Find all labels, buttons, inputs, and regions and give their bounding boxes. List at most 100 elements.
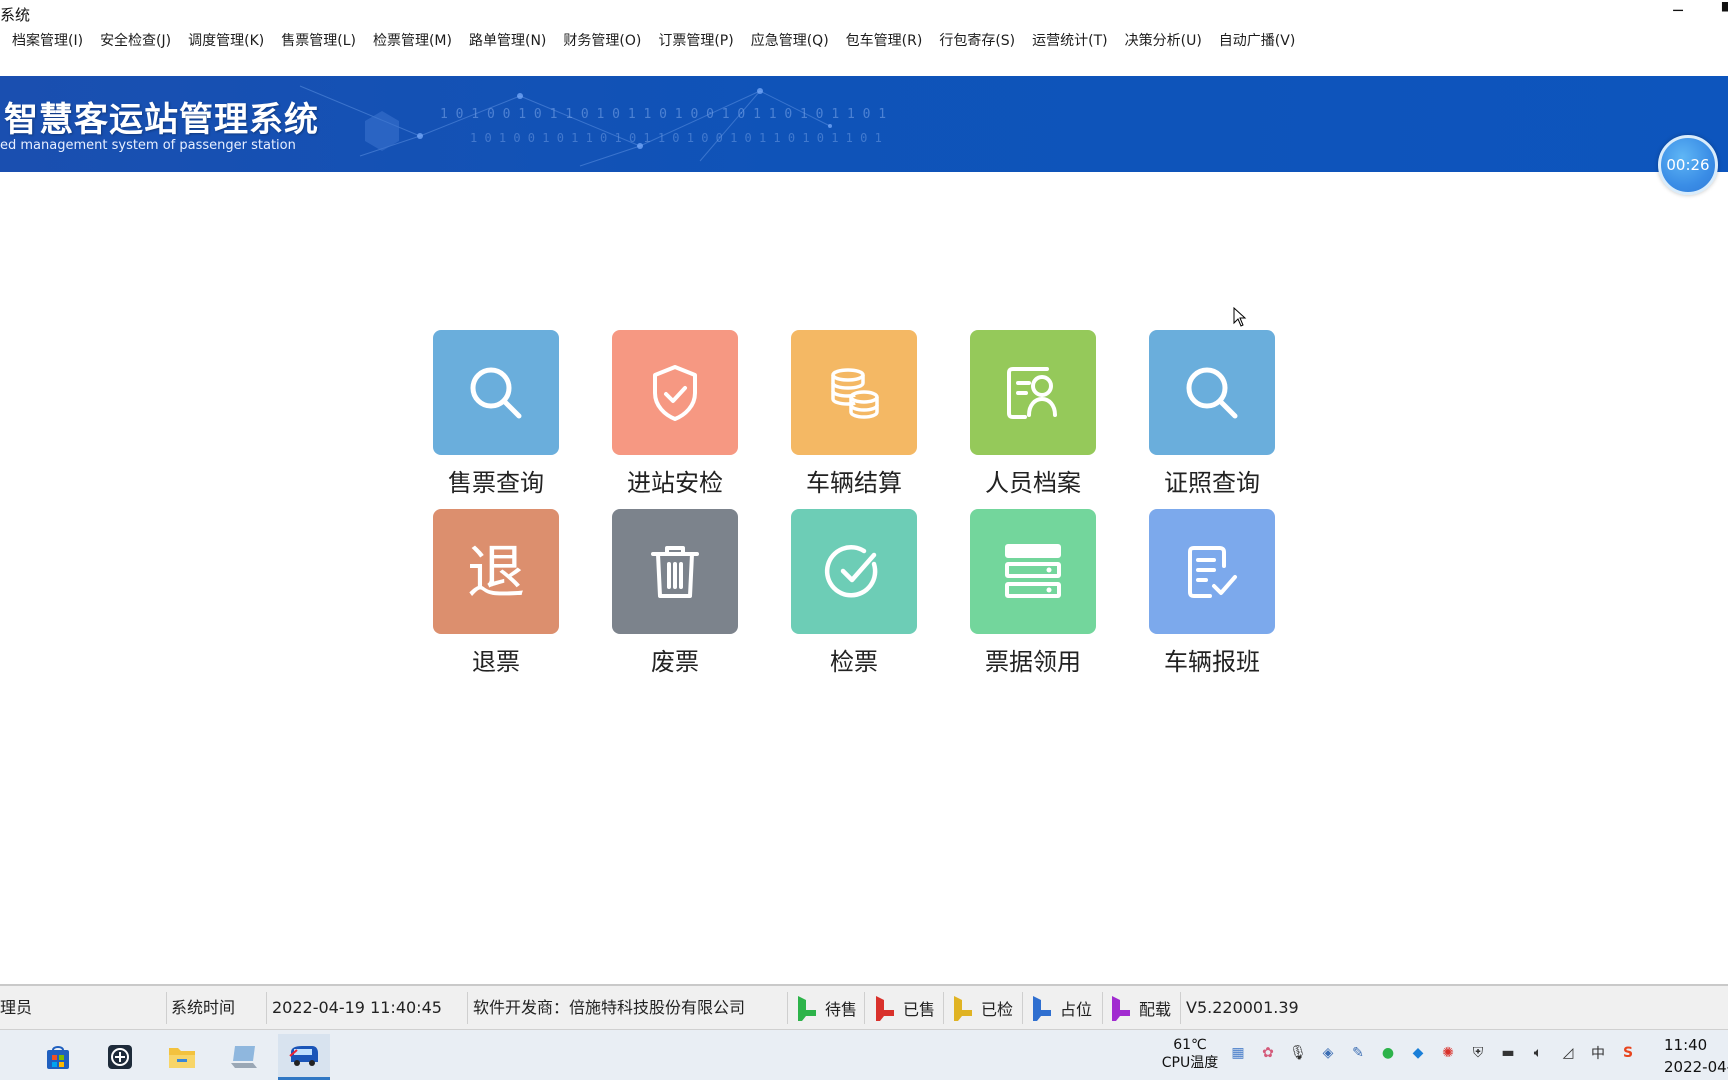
tile-void-ticket[interactable]: 废票 xyxy=(612,509,738,681)
clock-time: 11:40 xyxy=(1664,1036,1708,1054)
menu-item-security-check[interactable]: 安全检查(J) xyxy=(94,28,177,52)
search-icon xyxy=(1186,367,1238,418)
legend-sold: 已售 xyxy=(872,986,935,1029)
minimize-button[interactable]: ─ xyxy=(1660,0,1696,26)
menu-item-ticketing[interactable]: 售票管理(L) xyxy=(275,28,362,52)
tile-ticket-query[interactable]: 售票查询 xyxy=(433,330,559,502)
app-plus-icon xyxy=(108,1045,132,1069)
wechat-icon[interactable]: ● xyxy=(1378,1043,1398,1063)
taskbar-app-2[interactable] xyxy=(94,1034,146,1080)
cpu-temp-value: 61℃ xyxy=(1173,1037,1207,1053)
coins-icon xyxy=(831,367,879,419)
doc-check-icon xyxy=(1188,545,1237,598)
status-divider xyxy=(1102,992,1103,1024)
sogou-ime-icon[interactable]: S xyxy=(1618,1043,1638,1063)
status-divider xyxy=(1022,992,1023,1024)
menu-item-decision[interactable]: 决策分析(U) xyxy=(1119,28,1208,52)
taskbar-file-explorer[interactable] xyxy=(156,1034,208,1080)
seat-icon xyxy=(798,995,816,1021)
ime-indicator[interactable]: 中 xyxy=(1588,1043,1608,1063)
tile-label: 废票 xyxy=(651,648,699,676)
menu-item-luggage[interactable]: 行包寄存(S) xyxy=(933,28,1021,52)
menu-item-booking[interactable]: 订票管理(P) xyxy=(652,28,739,52)
menu-item-waybill[interactable]: 路单管理(N) xyxy=(463,28,552,52)
search-icon xyxy=(470,367,522,418)
volume-icon[interactable]: 🔈︎ xyxy=(1528,1043,1548,1063)
tile-ticket-check-box[interactable] xyxy=(791,509,917,634)
wifi-shield-icon[interactable]: ◈ xyxy=(1318,1043,1338,1063)
menu-item-statistics[interactable]: 运营统计(T) xyxy=(1026,28,1113,52)
taskbar: 61℃ CPU温度 ▦ ✿ 🎙︎ ◈ ✎ ● ◆ ✺ ⛨ ▬ 🔈︎ ◿ 中 S … xyxy=(0,1030,1728,1080)
tile-label: 退票 xyxy=(472,648,520,676)
tile-personnel-archive[interactable]: 人员档案 xyxy=(970,330,1096,502)
tile-refund[interactable]: 退 退票 xyxy=(433,509,559,681)
computer-icon xyxy=(231,1046,257,1068)
tile-receipt-claim[interactable]: 票据领用 xyxy=(970,509,1096,681)
bluetooth-icon[interactable]: ◆ xyxy=(1408,1043,1428,1063)
seat-icon xyxy=(1033,995,1051,1021)
menu-item-dispatch[interactable]: 调度管理(K) xyxy=(182,28,270,52)
network-icon[interactable]: ◿ xyxy=(1558,1043,1578,1063)
taskbar-store-app[interactable] xyxy=(32,1034,84,1080)
menu-item-ticket-check[interactable]: 检票管理(M) xyxy=(367,28,458,52)
legend-label: 已售 xyxy=(903,999,936,1019)
legend-available: 待售 xyxy=(794,986,857,1029)
menu-item-archive[interactable]: 档案管理(I) xyxy=(6,28,89,52)
system-title: 智慧客运站管理系统 xyxy=(4,100,319,140)
tile-security-check-box[interactable] xyxy=(612,330,738,455)
maximize-button[interactable]: ▘ xyxy=(1722,0,1728,26)
tile-refund-box[interactable]: 退 xyxy=(433,509,559,634)
function-tiles: 售票查询 进站安检 车辆结算 人员档案 证照查询 退 退票 废票 检票 票据领用… xyxy=(433,330,1275,690)
tile-label: 人员档案 xyxy=(985,469,1081,497)
tile-ticket-query-box[interactable] xyxy=(433,330,559,455)
tray-red-app-icon[interactable]: ✺ xyxy=(1438,1043,1458,1063)
legend-label: 已检 xyxy=(981,999,1014,1019)
tray-flower-icon[interactable]: ✿ xyxy=(1258,1043,1278,1063)
tile-license-query[interactable]: 证照查询 xyxy=(1149,330,1275,502)
tray-app-icon[interactable]: ▦ xyxy=(1228,1043,1248,1063)
tile-vehicle-settlement[interactable]: 车辆结算 xyxy=(791,330,917,502)
tile-ticket-check[interactable]: 检票 xyxy=(791,509,917,681)
cpu-temperature: 61℃ CPU温度 xyxy=(1150,1036,1230,1072)
security-icon[interactable]: ⛨ xyxy=(1468,1043,1488,1063)
store-icon xyxy=(47,1046,69,1069)
mouse-cursor-icon xyxy=(1233,307,1247,327)
system-subtitle: ed management system of passenger statio… xyxy=(0,138,296,153)
taskbar-computer[interactable] xyxy=(218,1034,270,1080)
status-divider xyxy=(166,992,167,1024)
taskbar-clock[interactable]: 11:40 2022-04-19 xyxy=(1664,1034,1728,1078)
microphone-icon[interactable]: 🎙︎ xyxy=(1288,1043,1308,1063)
tile-vehicle-report-box[interactable] xyxy=(1149,509,1275,634)
tile-vehicle-settlement-box[interactable] xyxy=(791,330,917,455)
tile-vehicle-report[interactable]: 车辆报班 xyxy=(1149,509,1275,681)
tile-security-check[interactable]: 进站安检 xyxy=(612,330,738,502)
system-time-label: 系统时间 xyxy=(171,998,236,1017)
menu-item-charter[interactable]: 包车管理(R) xyxy=(840,28,929,52)
clock-date: 2022-04-19 xyxy=(1664,1058,1728,1076)
system-tray: ▦ ✿ 🎙︎ ◈ ✎ ● ◆ ✺ ⛨ ▬ 🔈︎ ◿ 中 S xyxy=(1228,1043,1638,1063)
timer-badge[interactable]: 00:26 xyxy=(1658,135,1718,195)
status-divider xyxy=(266,992,267,1024)
app-window: 系统 ─ ▘ 档案管理(I) 安全检查(J) 调度管理(K) 售票管理(L) 检… xyxy=(0,0,1728,1080)
developer-info: 软件开发商：倍施特科技股份有限公司 xyxy=(473,998,746,1017)
battery-icon[interactable]: ▬ xyxy=(1498,1043,1518,1063)
menu-item-finance[interactable]: 财务管理(O) xyxy=(557,28,647,52)
legend-reserved: 占位 xyxy=(1029,986,1092,1029)
bus-icon xyxy=(289,1045,318,1066)
stack-icon xyxy=(1005,543,1061,598)
tile-license-query-box[interactable] xyxy=(1149,330,1275,455)
refund-char-icon: 退 xyxy=(466,537,525,606)
tile-personnel-archive-box[interactable] xyxy=(970,330,1096,455)
svg-text:1 0 1 0 0 1 0 1 1 0 1 0 1 1 0: 1 0 1 0 0 1 0 1 1 0 1 0 1 1 0 1 0 0 1 0 … xyxy=(440,107,886,122)
menu-item-emergency[interactable]: 应急管理(Q) xyxy=(745,28,835,52)
tile-void-ticket-box[interactable] xyxy=(612,509,738,634)
tile-label: 检票 xyxy=(830,648,878,676)
tile-label: 票据领用 xyxy=(985,648,1081,676)
edit-icon[interactable]: ✎ xyxy=(1348,1043,1368,1063)
shield-check-icon xyxy=(653,364,697,421)
taskbar-passenger-system[interactable] xyxy=(278,1034,330,1080)
tile-receipt-claim-box[interactable] xyxy=(970,509,1096,634)
menu-item-broadcast[interactable]: 自动广播(V) xyxy=(1213,28,1302,52)
tile-label: 车辆报班 xyxy=(1164,648,1260,676)
legend-checked: 已检 xyxy=(950,986,1013,1029)
